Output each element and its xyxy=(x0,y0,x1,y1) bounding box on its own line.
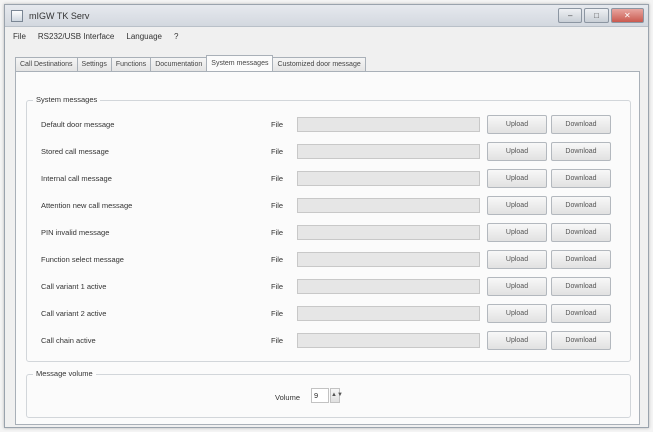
app-icon xyxy=(11,10,23,22)
menu-file[interactable]: File xyxy=(13,32,26,41)
system-messages-group: System messages Default door message File… xyxy=(26,95,631,362)
upload-button[interactable]: Upload xyxy=(487,250,547,269)
maximize-button[interactable]: □ xyxy=(584,8,609,23)
message-row: Call variant 1 active File Upload Download xyxy=(27,277,630,297)
file-path-field[interactable] xyxy=(297,198,480,213)
file-path-field[interactable] xyxy=(297,333,480,348)
message-label: Call variant 2 active xyxy=(41,309,107,318)
message-row: Attention new call message File Upload Down… xyxy=(27,196,630,216)
upload-button[interactable]: Upload xyxy=(487,304,547,323)
message-row: Call chain active File Upload Download xyxy=(27,331,630,351)
app-window: mIGW TK Serv – □ ✕ File RS232/USB Interf… xyxy=(4,4,649,428)
file-label: File xyxy=(271,174,284,183)
upload-button[interactable]: Upload xyxy=(487,223,547,242)
message-volume-group: Message volume Volume 9 ▲▼ xyxy=(26,369,631,418)
upload-button[interactable]: Upload xyxy=(487,115,547,134)
menu-interface[interactable]: RS232/USB Interface xyxy=(38,32,114,41)
file-path-field[interactable] xyxy=(297,306,480,321)
download-button[interactable]: Download xyxy=(551,196,611,215)
file-path-field[interactable] xyxy=(297,252,480,267)
download-button[interactable]: Download xyxy=(551,250,611,269)
download-button[interactable]: Download xyxy=(551,331,611,350)
file-path-field[interactable] xyxy=(297,144,480,159)
message-row: Function select message File Upload Downloa… xyxy=(27,250,630,270)
volume-spinner[interactable]: ▲▼ xyxy=(330,388,343,403)
tab-call-destinations[interactable]: Call Destinations xyxy=(15,57,78,71)
message-label: Attention new call message xyxy=(41,201,133,210)
message-row: Default door message File Upload Download xyxy=(27,115,630,135)
upload-button[interactable]: Upload xyxy=(487,331,547,350)
file-label: File xyxy=(271,255,284,264)
upload-button[interactable]: Upload xyxy=(487,277,547,296)
file-label: File xyxy=(271,201,284,210)
tab-system-messages[interactable]: System messages xyxy=(206,55,274,71)
message-label: Default door message xyxy=(41,120,115,129)
download-button[interactable]: Download xyxy=(551,115,611,134)
file-path-field[interactable] xyxy=(297,171,480,186)
file-path-field[interactable] xyxy=(297,225,480,240)
file-path-field[interactable] xyxy=(297,117,480,132)
message-label: Internal call message xyxy=(41,174,112,183)
tab-customized-door-message[interactable]: Customized door message xyxy=(272,57,366,71)
tab-functions[interactable]: Functions xyxy=(110,57,152,71)
message-label: Call variant 1 active xyxy=(41,282,107,291)
close-button[interactable]: ✕ xyxy=(610,8,645,23)
message-label: PIN invalid message xyxy=(41,228,110,237)
upload-button[interactable]: Upload xyxy=(487,169,547,188)
menu-language[interactable]: Language xyxy=(126,32,162,41)
tab-settings[interactable]: Settings xyxy=(76,57,112,71)
menu-bar: File RS232/USB Interface Language ? xyxy=(5,28,648,44)
message-label: Stored call message xyxy=(41,147,109,156)
window-title: mIGW TK Serv xyxy=(29,11,90,21)
file-path-field[interactable] xyxy=(297,279,480,294)
message-label: Call chain active xyxy=(41,336,96,345)
minimize-button[interactable]: – xyxy=(558,8,583,23)
system-messages-legend: System messages xyxy=(33,95,101,104)
download-button[interactable]: Download xyxy=(551,142,611,161)
message-label: Function select message xyxy=(41,255,124,264)
file-label: File xyxy=(271,228,284,237)
message-row: Internal call message File Upload Download xyxy=(27,169,630,189)
message-row: Stored call message File Upload Download xyxy=(27,142,630,162)
tab-strip: Call Destinations Settings Functions Doc… xyxy=(15,55,366,71)
title-bar: mIGW TK Serv – □ ✕ xyxy=(5,5,648,27)
file-label: File xyxy=(271,336,284,345)
tab-documentation[interactable]: Documentation xyxy=(150,57,208,71)
upload-button[interactable]: Upload xyxy=(487,142,547,161)
volume-input[interactable]: 9 xyxy=(311,388,329,403)
message-row: PIN invalid message File Upload Download xyxy=(27,223,630,243)
file-label: File xyxy=(271,120,284,129)
download-button[interactable]: Download xyxy=(551,304,611,323)
file-label: File xyxy=(271,147,284,156)
download-button[interactable]: Download xyxy=(551,277,611,296)
upload-button[interactable]: Upload xyxy=(487,196,547,215)
file-label: File xyxy=(271,309,284,318)
download-button[interactable]: Download xyxy=(551,169,611,188)
message-volume-legend: Message volume xyxy=(33,369,96,378)
system-messages-panel: System messages Default door message File… xyxy=(15,71,640,425)
menu-help[interactable]: ? xyxy=(174,32,178,41)
download-button[interactable]: Download xyxy=(551,223,611,242)
message-row: Call variant 2 active File Upload Download xyxy=(27,304,630,324)
window-controls: – □ ✕ xyxy=(558,8,645,23)
file-label: File xyxy=(271,282,284,291)
volume-label: Volume xyxy=(275,393,301,402)
